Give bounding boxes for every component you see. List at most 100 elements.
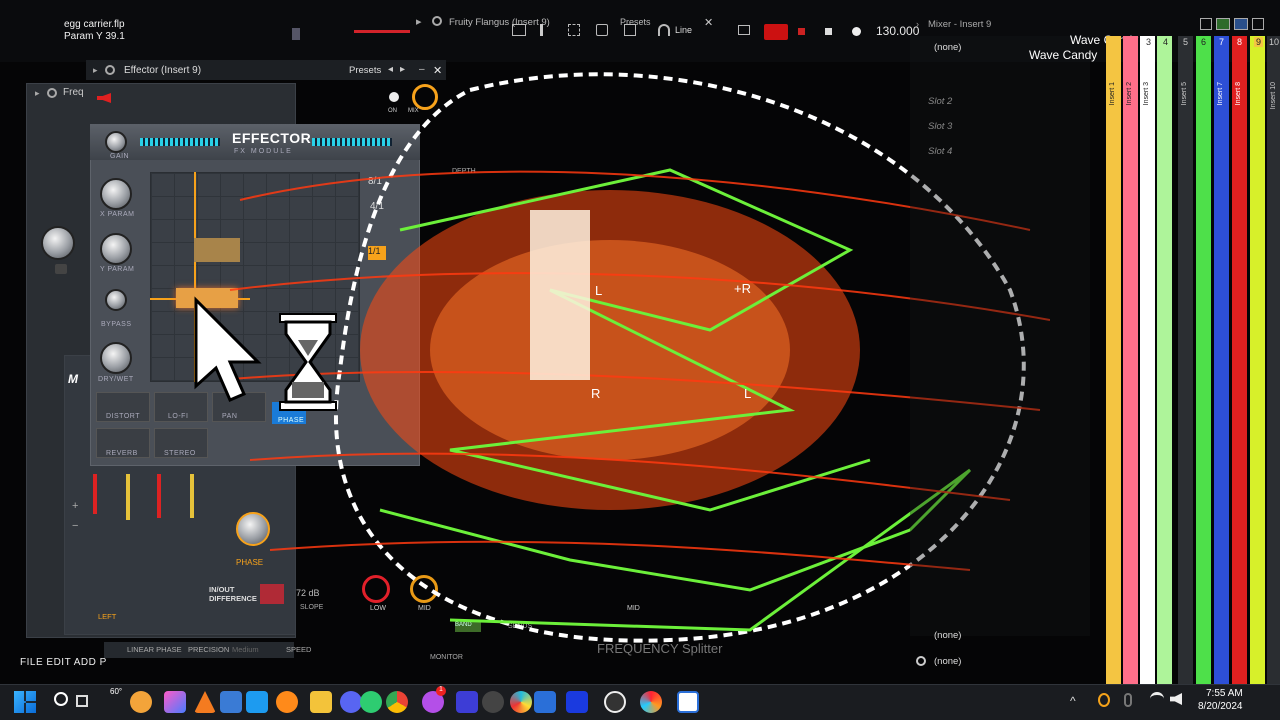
drywet-knob[interactable] bbox=[100, 342, 132, 374]
app-icon-2[interactable] bbox=[246, 691, 268, 713]
marker-l2: L bbox=[744, 386, 752, 401]
app-icon-1[interactable] bbox=[220, 691, 242, 713]
mixer-slot-4[interactable]: Slot 4 bbox=[928, 146, 952, 157]
fl-studio-icon[interactable] bbox=[276, 691, 298, 713]
y-param-knob[interactable] bbox=[100, 233, 132, 265]
x-param-knob[interactable] bbox=[100, 178, 132, 210]
app-icon-4[interactable] bbox=[456, 691, 478, 713]
mixer-bottom-slot-2[interactable]: (none) bbox=[934, 656, 961, 667]
left-label: LEFT bbox=[98, 612, 117, 621]
mixer-track-2[interactable] bbox=[1123, 36, 1138, 684]
weather-icon[interactable] bbox=[130, 691, 152, 713]
clock-date[interactable]: 8/20/2024 bbox=[1198, 701, 1243, 712]
mixer-track-7[interactable] bbox=[1214, 36, 1229, 684]
meter-yellow-1 bbox=[126, 474, 130, 520]
mixer-track-4[interactable] bbox=[1157, 36, 1172, 684]
marker-r1: +R bbox=[734, 281, 751, 296]
fx-distort-label: DISTORT bbox=[106, 413, 140, 420]
search-icon[interactable] bbox=[54, 692, 68, 706]
wifi-icon[interactable] bbox=[1150, 692, 1164, 706]
mixer-title: Mixer - Insert 9 bbox=[928, 19, 992, 30]
track-num-5: 5 bbox=[1183, 37, 1189, 47]
chevron-up-icon[interactable]: ^ bbox=[1070, 694, 1076, 708]
mixer-tool-icon-3[interactable] bbox=[1234, 18, 1248, 30]
freq-knob-left[interactable] bbox=[41, 226, 75, 260]
drywet-label: DRY/WET bbox=[98, 376, 134, 383]
app-icon-7[interactable] bbox=[534, 691, 556, 713]
insert-label-8: Insert 8 bbox=[1235, 82, 1242, 106]
app-icon-5[interactable] bbox=[482, 691, 504, 713]
bypass-button[interactable] bbox=[105, 289, 127, 311]
mixer-slot-3[interactable]: Slot 3 bbox=[928, 121, 952, 132]
fx-reverb-label: REVERB bbox=[106, 450, 138, 457]
mixer-tool-icon-4[interactable] bbox=[1252, 18, 1264, 30]
add-band-button[interactable]: + bbox=[72, 500, 78, 512]
x-param-label: X PARAM bbox=[100, 211, 135, 218]
app-icon-8[interactable] bbox=[604, 691, 626, 713]
chrome-icon[interactable] bbox=[386, 691, 408, 713]
freq-window-title: Freq bbox=[63, 87, 84, 98]
app-icon-6[interactable] bbox=[510, 691, 532, 713]
bypass-label: BYPASS bbox=[101, 321, 132, 328]
track-num-8: 8 bbox=[1237, 37, 1243, 47]
insert-label-2: Insert 2 bbox=[1126, 82, 1133, 106]
app-icon-9[interactable] bbox=[640, 691, 662, 713]
mixer-arrow-icon[interactable]: › bbox=[916, 19, 919, 29]
insert-label-3: Insert 3 bbox=[1143, 82, 1150, 106]
tray-app-icon[interactable] bbox=[1098, 693, 1110, 707]
weather-badge: 60° bbox=[110, 687, 123, 696]
mixer-track-3[interactable] bbox=[1140, 36, 1155, 684]
mixer-track-9[interactable] bbox=[1250, 36, 1265, 684]
dropbox-icon[interactable] bbox=[566, 691, 588, 713]
gain-knob[interactable] bbox=[105, 131, 127, 153]
mixer-track-8[interactable] bbox=[1232, 36, 1247, 684]
microphone-icon[interactable] bbox=[1124, 693, 1132, 707]
insert-label-7: Insert 7 bbox=[1217, 82, 1224, 106]
project-name: egg carrier.flp bbox=[64, 19, 125, 30]
effector-gear-icon[interactable] bbox=[105, 65, 115, 75]
mixer-tool-icon-2[interactable] bbox=[1216, 18, 1230, 30]
track-num-9: 9 bbox=[1254, 37, 1264, 47]
freq-arrow-icon[interactable]: ▸ bbox=[35, 88, 40, 99]
clock-time[interactable]: 7:55 AM bbox=[1206, 688, 1243, 699]
insert-label-1: Insert 1 bbox=[1109, 82, 1116, 106]
remove-band-button[interactable]: − bbox=[72, 520, 78, 532]
route-icon[interactable] bbox=[916, 656, 926, 666]
insert-label-5: Insert 5 bbox=[1181, 82, 1188, 106]
insert-label-10: Insert 10 bbox=[1270, 82, 1277, 110]
gear-icon[interactable] bbox=[432, 16, 442, 26]
meter-red-1 bbox=[93, 474, 97, 514]
mixer-track-5[interactable] bbox=[1178, 36, 1193, 684]
notification-badge: 1 bbox=[436, 686, 446, 696]
effector-arrow-icon[interactable]: ▸ bbox=[93, 65, 98, 76]
freq-gear-icon[interactable] bbox=[47, 88, 57, 98]
mixer-track-6[interactable] bbox=[1196, 36, 1211, 684]
app-icon-10[interactable] bbox=[677, 691, 699, 713]
hourglass-icon bbox=[279, 313, 337, 411]
file-explorer-icon[interactable] bbox=[310, 691, 332, 713]
mixer-tool-icon-1[interactable] bbox=[1200, 18, 1212, 30]
track-num-3: 3 bbox=[1146, 37, 1152, 47]
menubar[interactable]: FILE EDIT ADD P bbox=[20, 657, 107, 668]
edge-icon[interactable] bbox=[360, 691, 382, 713]
track-num-10: 10 bbox=[1269, 37, 1280, 47]
mixer-track-1[interactable] bbox=[1106, 36, 1121, 684]
wave-candy-slot-2[interactable]: Wave Candy bbox=[1029, 48, 1097, 62]
freq-knob-l-badge bbox=[55, 264, 67, 274]
discord-icon[interactable] bbox=[340, 691, 362, 713]
gain-label: GAIN bbox=[110, 153, 130, 160]
copilot-icon[interactable] bbox=[164, 691, 186, 713]
mixer-slot-2[interactable]: Slot 2 bbox=[928, 96, 952, 107]
close-icon-top[interactable]: ✕ bbox=[704, 16, 713, 29]
mixer-track-10[interactable] bbox=[1267, 36, 1280, 684]
task-view-icon[interactable] bbox=[76, 695, 88, 707]
splitter-logo: M bbox=[68, 372, 78, 386]
mixer-bottom-slot-1[interactable]: (none) bbox=[934, 630, 961, 641]
plugin-title: Fruity Flangus (Insert 9) bbox=[449, 17, 550, 28]
track-num-7: 7 bbox=[1219, 37, 1225, 47]
mouse-pointer-icon bbox=[194, 296, 262, 402]
marker-l1: L bbox=[595, 283, 603, 298]
track-num-6: 6 bbox=[1201, 37, 1207, 47]
play-icon[interactable]: ▸ bbox=[416, 15, 426, 28]
mixer-slot-1[interactable]: (none) bbox=[934, 42, 961, 53]
